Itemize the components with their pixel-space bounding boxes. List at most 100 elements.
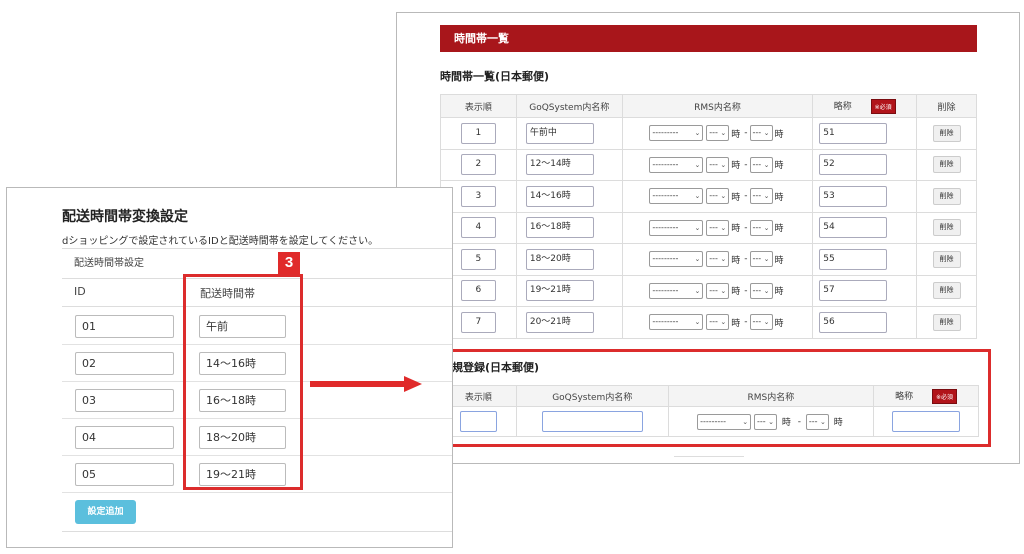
- rms-name-select[interactable]: --------- ⌄: [649, 314, 704, 331]
- chevron-down-icon: ⌄: [763, 129, 770, 138]
- system-name-input[interactable]: 午前中: [525, 122, 594, 144]
- system-name-input[interactable]: 14〜16時: [525, 185, 594, 207]
- order-input[interactable]: 6: [460, 280, 496, 302]
- order-input[interactable]: 7: [460, 311, 496, 333]
- end-hour-select[interactable]: --- ⌄: [749, 282, 773, 299]
- description: dショッピングで設定されているIDと配送時間帯を設定してください。: [62, 236, 379, 247]
- start-hour-select[interactable]: --- ⌄: [706, 251, 730, 268]
- rms-name-select[interactable]: --------- ⌄: [649, 219, 704, 236]
- new-entry-row: --------- ⌄ --- ⌄ 時 - --- ⌄ 時: [440, 406, 979, 437]
- timeslot-column-highlight: [183, 274, 303, 490]
- delete-button[interactable]: 削除: [932, 313, 961, 331]
- new-registration-title: 新規登録(日本郵便): [441, 361, 540, 374]
- start-hour-select[interactable]: --- ⌄: [706, 156, 730, 173]
- id-input[interactable]: 02: [75, 352, 174, 375]
- system-name-input[interactable]: 20〜21時: [525, 311, 594, 333]
- chevron-down-icon: ⌄: [694, 255, 701, 264]
- chevron-down-icon: ⌄: [742, 417, 749, 426]
- abbr-input[interactable]: 56: [819, 311, 888, 333]
- chevron-down-icon: ⌄: [720, 318, 727, 327]
- chevron-down-icon: ⌄: [720, 129, 727, 138]
- order-input[interactable]: 5: [460, 248, 496, 270]
- chevron-down-icon: ⌄: [763, 318, 770, 327]
- end-hour-select[interactable]: --- ⌄: [749, 219, 773, 236]
- new-abbr-input[interactable]: [892, 411, 961, 432]
- start-hour-select[interactable]: --- ⌄: [706, 219, 730, 236]
- id-input[interactable]: 04: [75, 426, 174, 449]
- id-input[interactable]: 01: [75, 315, 174, 338]
- start-hour-select[interactable]: --- ⌄: [706, 188, 730, 205]
- start-hour-select[interactable]: --- ⌄: [706, 314, 730, 331]
- chevron-down-icon: ⌄: [763, 192, 770, 201]
- start-hour-select[interactable]: --- ⌄: [706, 282, 730, 299]
- end-hour-select[interactable]: --- ⌄: [749, 156, 773, 173]
- delete-button[interactable]: 削除: [932, 124, 961, 142]
- system-name-input[interactable]: 19〜21時: [525, 280, 594, 302]
- rms-name-select[interactable]: --------- ⌄: [649, 282, 704, 299]
- divider: [62, 531, 452, 532]
- system-name-input[interactable]: 12〜14時: [525, 154, 594, 176]
- required-badge: ※必須: [931, 388, 958, 404]
- abbr-input[interactable]: 54: [819, 217, 888, 239]
- new-system-name-input[interactable]: [541, 411, 643, 432]
- divider: [674, 456, 744, 457]
- col-rms-name: RMS内名称: [621, 94, 814, 118]
- chevron-down-icon: ⌄: [720, 255, 727, 264]
- chevron-down-icon: ⌄: [694, 318, 701, 327]
- order-input[interactable]: 1: [460, 122, 496, 144]
- col-abbr: 略称 ※必須: [812, 94, 918, 118]
- chevron-down-icon: ⌄: [763, 223, 770, 232]
- chevron-down-icon: ⌄: [694, 286, 701, 295]
- end-hour-select[interactable]: --- ⌄: [749, 188, 773, 205]
- end-hour-select[interactable]: --- ⌄: [749, 125, 773, 142]
- id-input[interactable]: 05: [75, 463, 174, 486]
- rms-name-select[interactable]: --------- ⌄: [649, 156, 704, 173]
- chevron-down-icon: ⌄: [720, 286, 727, 295]
- end-hour-select[interactable]: --- ⌄: [805, 413, 829, 430]
- col-abbr: 略称 ※必須: [873, 385, 979, 407]
- abbr-input[interactable]: 52: [819, 154, 888, 176]
- step-number-badge: 3: [278, 252, 300, 274]
- abbr-input[interactable]: 57: [819, 280, 888, 302]
- abbr-input[interactable]: 51: [819, 122, 888, 144]
- new-order-input[interactable]: [459, 411, 497, 432]
- panel-header: 時間帯一覧: [440, 25, 977, 52]
- chevron-down-icon: ⌄: [694, 160, 701, 169]
- chevron-down-icon: ⌄: [763, 255, 770, 264]
- end-hour-select[interactable]: --- ⌄: [749, 251, 773, 268]
- system-name-input[interactable]: 18〜20時: [525, 248, 594, 270]
- system-name-input[interactable]: 16〜18時: [525, 217, 594, 239]
- start-hour-select[interactable]: --- ⌄: [753, 413, 777, 430]
- delete-button[interactable]: 削除: [932, 219, 961, 237]
- add-setting-button[interactable]: 設定追加: [75, 500, 136, 524]
- end-hour-select[interactable]: --- ⌄: [749, 314, 773, 331]
- rms-name-select[interactable]: --------- ⌄: [697, 413, 752, 430]
- delete-button[interactable]: 削除: [932, 250, 961, 268]
- rms-name-select[interactable]: --------- ⌄: [649, 188, 704, 205]
- chevron-down-icon: ⌄: [763, 160, 770, 169]
- start-hour-select[interactable]: --- ⌄: [706, 125, 730, 142]
- order-input[interactable]: 3: [460, 185, 496, 207]
- col-delete: 削除: [916, 94, 977, 118]
- order-input[interactable]: 4: [460, 217, 496, 239]
- delete-button[interactable]: 削除: [932, 156, 961, 174]
- rms-name-select[interactable]: --------- ⌄: [649, 251, 704, 268]
- rms-name-select[interactable]: --------- ⌄: [649, 125, 704, 142]
- delete-button[interactable]: 削除: [932, 187, 961, 205]
- table-row: 2 12〜14時 --------- ⌄ --- ⌄ 時 - --- ⌄ 時 52 削除: [440, 148, 977, 181]
- abbr-input[interactable]: 55: [819, 248, 888, 270]
- id-input[interactable]: 03: [75, 389, 174, 412]
- chevron-down-icon: ⌄: [720, 160, 727, 169]
- table-row: 4 16〜18時 --------- ⌄ --- ⌄ 時 - --- ⌄ 時 54 削除: [440, 211, 977, 244]
- order-input[interactable]: 2: [460, 154, 496, 176]
- col-abbr-label: 略称: [833, 101, 852, 112]
- abbr-input[interactable]: 53: [819, 185, 888, 207]
- new-registration-table: 表示順 GoQSystem内名称 RMS内名称 略称 ※必須 ---------…: [440, 385, 979, 437]
- chevron-down-icon: ⌄: [694, 223, 701, 232]
- table-row: 6 19〜21時 --------- ⌄ --- ⌄ 時 - --- ⌄ 時 57 削除: [440, 274, 977, 307]
- new-registration-highlight: 新規登録(日本郵便) 表示順 GoQSystem内名称 RMS内名称 略称 ※必…: [428, 349, 991, 447]
- delete-button[interactable]: 削除: [932, 282, 961, 300]
- col-order: 表示順: [440, 94, 517, 118]
- page-title: 配送時間帯変換設定: [62, 209, 188, 225]
- table-row: 3 14〜16時 --------- ⌄ --- ⌄ 時 - --- ⌄ 時 53 削除: [440, 180, 977, 213]
